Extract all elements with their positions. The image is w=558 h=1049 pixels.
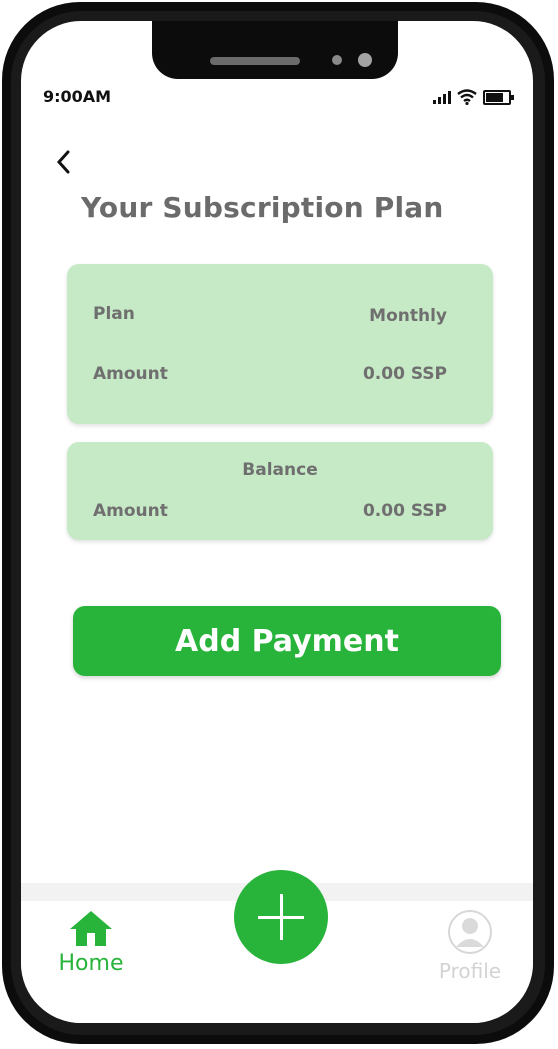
balance-card: Balance Amount 0.00 SSP [67, 442, 493, 540]
nav-home[interactable]: Home [51, 909, 131, 976]
plan-label: Plan [93, 304, 135, 324]
wifi-icon [457, 89, 477, 105]
signal-icon [433, 90, 451, 104]
nav-home-label: Home [58, 951, 124, 976]
chevron-left-icon [56, 150, 70, 174]
amount-label: Amount [93, 364, 168, 384]
balance-title: Balance [242, 460, 318, 480]
nav-profile-label: Profile [438, 959, 502, 983]
status-icons [433, 87, 514, 107]
plan-value: Monthly [369, 306, 447, 326]
notch [152, 21, 398, 79]
speaker-grille [210, 57, 300, 65]
home-icon [70, 911, 112, 946]
battery-icon [483, 89, 514, 105]
add-fab-button[interactable] [234, 870, 328, 964]
balance-amount-value: 0.00 SSP [362, 501, 447, 521]
status-time: 9:00AM [43, 87, 112, 106]
sensor-dot [332, 55, 342, 65]
amount-value: 0.00 SSP [362, 364, 447, 384]
camera-icon [358, 53, 372, 67]
avatar-icon [448, 910, 492, 954]
nav-profile[interactable]: Profile [425, 909, 515, 983]
back-button[interactable] [55, 149, 71, 182]
add-payment-button[interactable]: Add Payment [73, 606, 501, 676]
balance-amount-label: Amount [93, 501, 168, 521]
screen: 9:00AM Your Subscription Plan Plan Month… [21, 21, 533, 1023]
plan-card: Plan Monthly Amount 0.00 SSP [67, 264, 493, 424]
page-title: Your Subscription Plan [81, 191, 444, 224]
